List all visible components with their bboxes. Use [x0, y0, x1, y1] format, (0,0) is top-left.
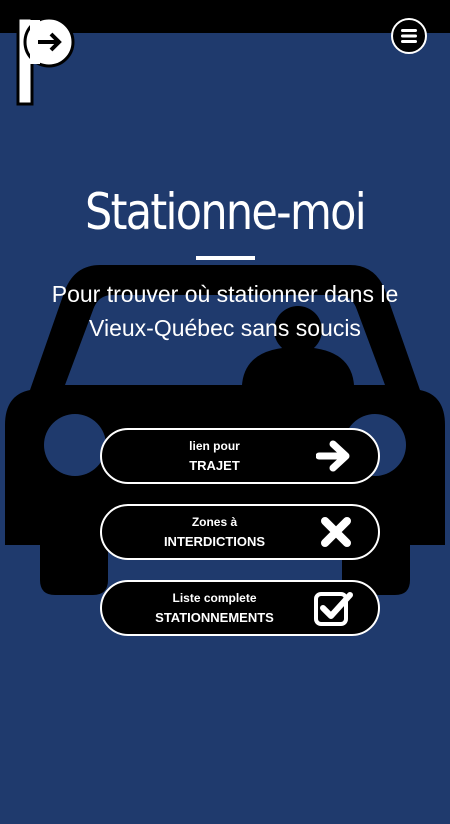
- title-divider: [196, 256, 255, 260]
- stationnements-label: STATIONNEMENTS: [155, 610, 274, 625]
- interdictions-label: INTERDICTIONS: [163, 534, 266, 549]
- trajet-label: TRAJET: [189, 458, 240, 473]
- page-subtitle: Pour trouver où stationner dans le Vieux…: [51, 281, 399, 341]
- checkbox-check-icon: [314, 590, 354, 626]
- menu-button[interactable]: [391, 18, 427, 54]
- parking-logo-icon[interactable]: [16, 14, 76, 110]
- arrow-right-icon: [316, 439, 352, 473]
- stationnements-button[interactable]: Liste complete STATIONNEMENTS: [100, 580, 380, 636]
- page-title: Stationne-moi: [85, 183, 367, 241]
- interdictions-label-small: Zones à: [191, 515, 238, 529]
- trajet-label-small: lien pour: [189, 439, 240, 453]
- stationnements-label-small: Liste complete: [172, 591, 257, 605]
- x-icon: [320, 516, 352, 548]
- interdictions-button[interactable]: Zones à INTERDICTIONS: [100, 504, 380, 560]
- hamburger-icon: [401, 29, 417, 43]
- trajet-button[interactable]: lien pour TRAJET: [100, 428, 380, 484]
